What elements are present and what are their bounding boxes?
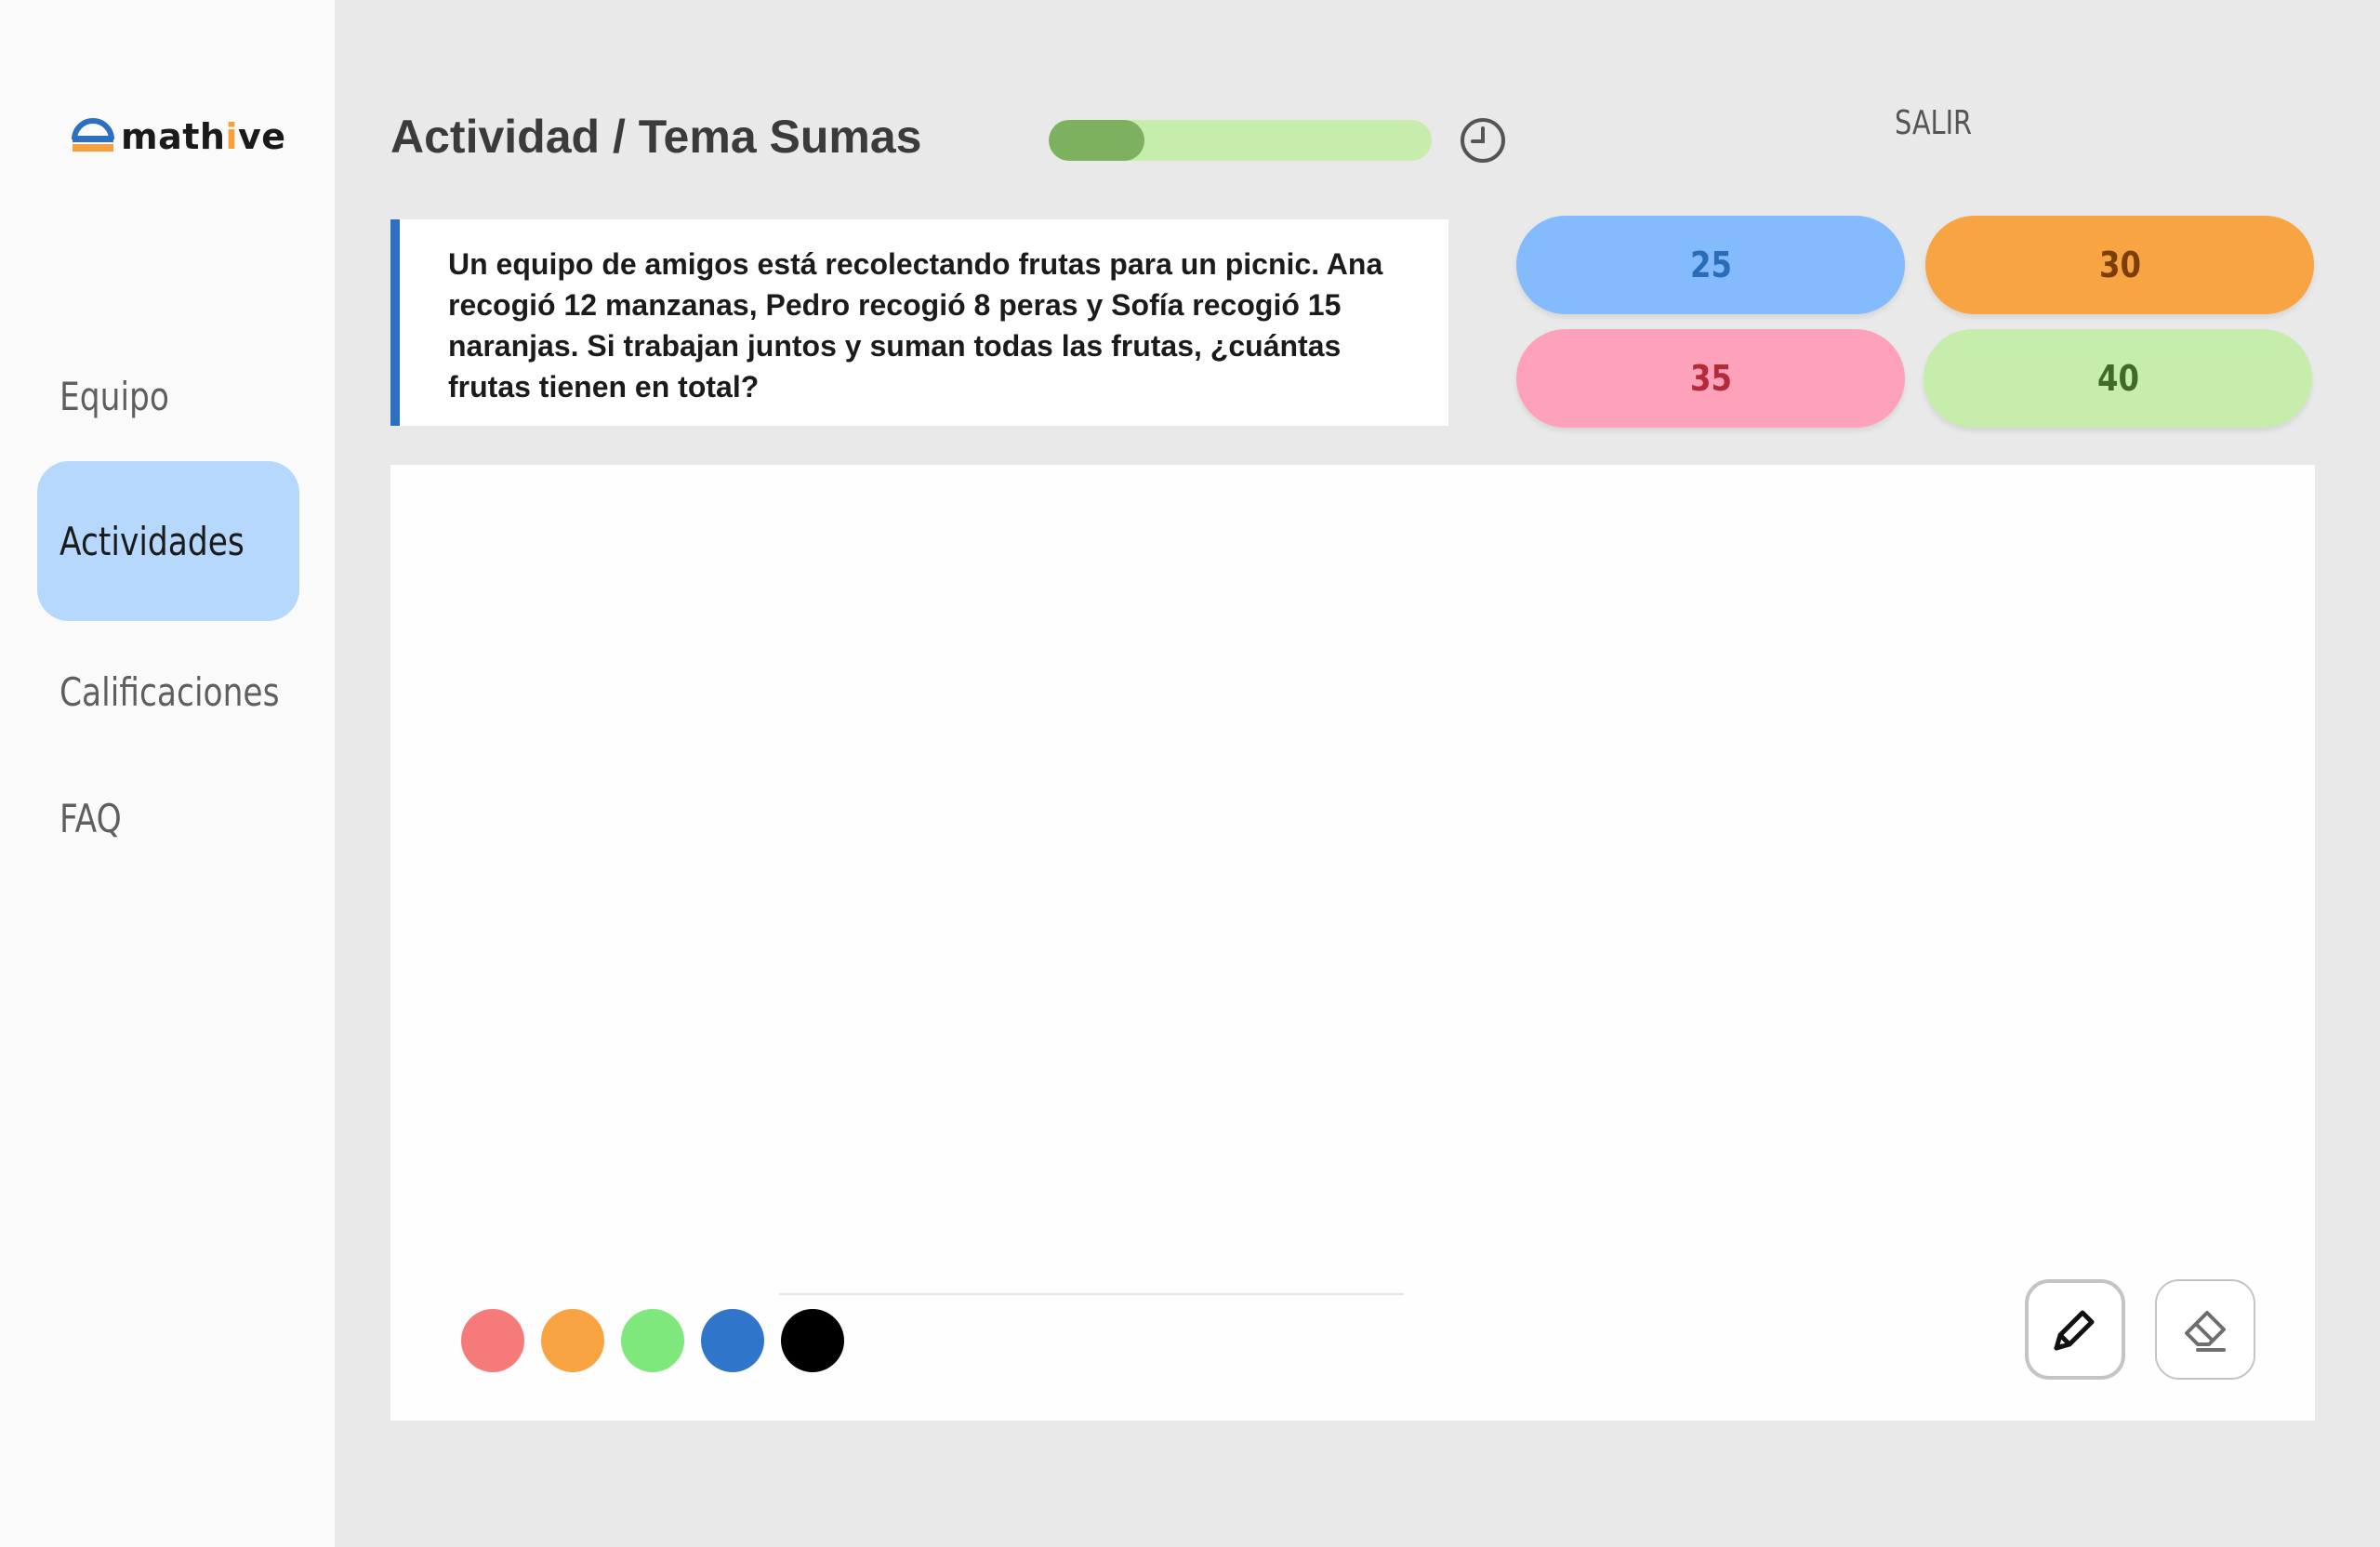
question-text: Un equipo de amigos está recolectando fr… xyxy=(448,247,1383,403)
color-swatch-orange[interactable] xyxy=(541,1309,604,1372)
progress-bar xyxy=(1049,120,1432,161)
exit-button[interactable]: SALIR xyxy=(1895,104,1991,142)
answer-option-30[interactable]: 30 xyxy=(1925,216,2314,314)
sidebar-item-label: Calificaciones xyxy=(60,668,280,715)
logo-icon xyxy=(72,118,114,152)
sidebar-item-faq[interactable]: FAQ xyxy=(37,738,299,898)
eraser-icon xyxy=(2185,1311,2226,1352)
sidebar-item-label: Actividades xyxy=(60,518,245,564)
mathive-logo[interactable]: mathive xyxy=(69,112,286,154)
pencil-tool-button[interactable] xyxy=(2025,1279,2125,1380)
color-swatch-blue[interactable] xyxy=(701,1309,764,1372)
eraser-tool-button[interactable] xyxy=(2155,1279,2255,1380)
color-swatch-red[interactable] xyxy=(461,1309,524,1372)
pencil-icon xyxy=(2054,1310,2095,1351)
sidebar-item-label: Equipo xyxy=(60,373,169,419)
progress-bar-fill xyxy=(1049,120,1144,161)
canvas-stroke xyxy=(779,1293,1404,1295)
sidebar: mathive Equipo Actividades Calificacione… xyxy=(0,0,335,1547)
sidebar-item-label: FAQ xyxy=(60,795,122,841)
logo-text: mathive xyxy=(121,116,286,157)
answer-option-25[interactable]: 25 xyxy=(1516,216,1905,314)
drawing-canvas[interactable] xyxy=(390,465,2315,1421)
color-swatch-green[interactable] xyxy=(621,1309,684,1372)
color-swatch-black[interactable] xyxy=(781,1309,844,1372)
page-title: Actividad / Tema Sumas xyxy=(390,111,922,163)
answer-option-40[interactable]: 40 xyxy=(1924,329,2312,428)
answer-option-35[interactable]: 35 xyxy=(1516,329,1905,428)
sidebar-item-equipo[interactable]: Equipo xyxy=(37,316,299,476)
sidebar-item-actividades[interactable]: Actividades xyxy=(37,461,299,621)
question-card: Un equipo de amigos está recolectando fr… xyxy=(390,219,1448,426)
clock-icon xyxy=(1461,118,1505,163)
